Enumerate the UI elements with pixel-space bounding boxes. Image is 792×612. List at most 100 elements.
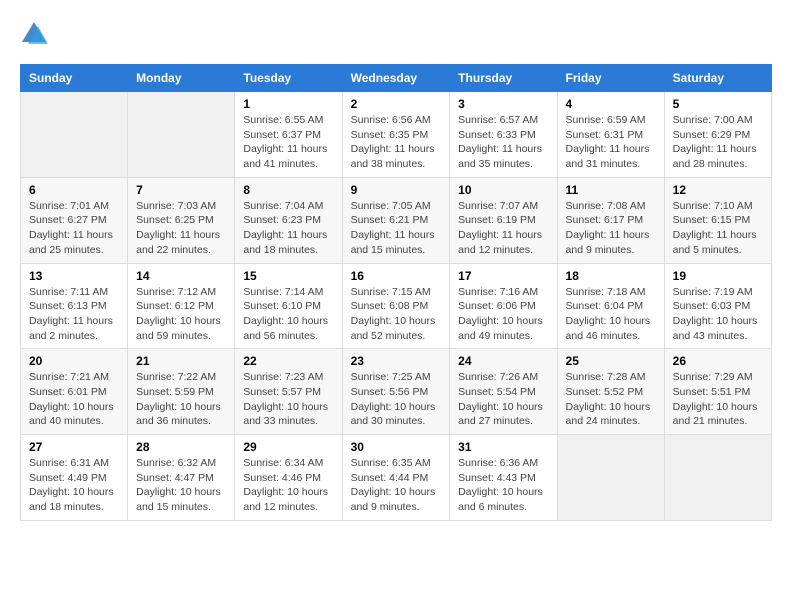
- weekday-header: Sunday: [21, 65, 128, 92]
- day-number: 26: [673, 354, 763, 368]
- day-info: Sunrise: 6:32 AM Sunset: 4:47 PM Dayligh…: [136, 456, 226, 515]
- calendar-cell: 6 Sunrise: 7:01 AM Sunset: 6:27 PM Dayli…: [21, 177, 128, 263]
- day-info: Sunrise: 7:16 AM Sunset: 6:06 PM Dayligh…: [458, 285, 548, 344]
- day-info: Sunrise: 7:14 AM Sunset: 6:10 PM Dayligh…: [243, 285, 333, 344]
- day-info: Sunrise: 7:22 AM Sunset: 5:59 PM Dayligh…: [136, 370, 226, 429]
- day-number: 16: [351, 269, 442, 283]
- day-number: 28: [136, 440, 226, 454]
- calendar-cell: 9 Sunrise: 7:05 AM Sunset: 6:21 PM Dayli…: [342, 177, 450, 263]
- calendar-cell: 20 Sunrise: 7:21 AM Sunset: 6:01 PM Dayl…: [21, 349, 128, 435]
- calendar-cell: 16 Sunrise: 7:15 AM Sunset: 6:08 PM Dayl…: [342, 263, 450, 349]
- day-info: Sunrise: 7:07 AM Sunset: 6:19 PM Dayligh…: [458, 199, 548, 258]
- day-number: 18: [566, 269, 656, 283]
- day-number: 31: [458, 440, 548, 454]
- calendar-cell: 27 Sunrise: 6:31 AM Sunset: 4:49 PM Dayl…: [21, 435, 128, 521]
- day-info: Sunrise: 6:31 AM Sunset: 4:49 PM Dayligh…: [29, 456, 119, 515]
- day-number: 27: [29, 440, 119, 454]
- day-number: 25: [566, 354, 656, 368]
- calendar-cell: 10 Sunrise: 7:07 AM Sunset: 6:19 PM Dayl…: [450, 177, 557, 263]
- calendar-cell: [664, 435, 771, 521]
- day-info: Sunrise: 7:21 AM Sunset: 6:01 PM Dayligh…: [29, 370, 119, 429]
- day-info: Sunrise: 7:28 AM Sunset: 5:52 PM Dayligh…: [566, 370, 656, 429]
- calendar-cell: 26 Sunrise: 7:29 AM Sunset: 5:51 PM Dayl…: [664, 349, 771, 435]
- day-info: Sunrise: 7:18 AM Sunset: 6:04 PM Dayligh…: [566, 285, 656, 344]
- day-info: Sunrise: 6:56 AM Sunset: 6:35 PM Dayligh…: [351, 113, 442, 172]
- day-number: 3: [458, 97, 548, 111]
- calendar-cell: 23 Sunrise: 7:25 AM Sunset: 5:56 PM Dayl…: [342, 349, 450, 435]
- calendar-cell: 18 Sunrise: 7:18 AM Sunset: 6:04 PM Dayl…: [557, 263, 664, 349]
- day-number: 5: [673, 97, 763, 111]
- day-number: 29: [243, 440, 333, 454]
- calendar-cell: 15 Sunrise: 7:14 AM Sunset: 6:10 PM Dayl…: [235, 263, 342, 349]
- weekday-header: Tuesday: [235, 65, 342, 92]
- calendar-cell: 17 Sunrise: 7:16 AM Sunset: 6:06 PM Dayl…: [450, 263, 557, 349]
- day-number: 6: [29, 183, 119, 197]
- day-info: Sunrise: 6:55 AM Sunset: 6:37 PM Dayligh…: [243, 113, 333, 172]
- calendar-week-row: 1 Sunrise: 6:55 AM Sunset: 6:37 PM Dayli…: [21, 92, 772, 178]
- day-info: Sunrise: 6:57 AM Sunset: 6:33 PM Dayligh…: [458, 113, 548, 172]
- calendar-cell: 12 Sunrise: 7:10 AM Sunset: 6:15 PM Dayl…: [664, 177, 771, 263]
- calendar-cell: 5 Sunrise: 7:00 AM Sunset: 6:29 PM Dayli…: [664, 92, 771, 178]
- calendar-body: 1 Sunrise: 6:55 AM Sunset: 6:37 PM Dayli…: [21, 92, 772, 521]
- calendar-cell: [128, 92, 235, 178]
- day-info: Sunrise: 7:19 AM Sunset: 6:03 PM Dayligh…: [673, 285, 763, 344]
- calendar-cell: 7 Sunrise: 7:03 AM Sunset: 6:25 PM Dayli…: [128, 177, 235, 263]
- weekday-header: Friday: [557, 65, 664, 92]
- calendar-cell: 13 Sunrise: 7:11 AM Sunset: 6:13 PM Dayl…: [21, 263, 128, 349]
- calendar-cell: 21 Sunrise: 7:22 AM Sunset: 5:59 PM Dayl…: [128, 349, 235, 435]
- header-row: SundayMondayTuesdayWednesdayThursdayFrid…: [21, 65, 772, 92]
- calendar-cell: 25 Sunrise: 7:28 AM Sunset: 5:52 PM Dayl…: [557, 349, 664, 435]
- day-number: 4: [566, 97, 656, 111]
- day-info: Sunrise: 7:01 AM Sunset: 6:27 PM Dayligh…: [29, 199, 119, 258]
- calendar-week-row: 20 Sunrise: 7:21 AM Sunset: 6:01 PM Dayl…: [21, 349, 772, 435]
- calendar-cell: 4 Sunrise: 6:59 AM Sunset: 6:31 PM Dayli…: [557, 92, 664, 178]
- day-number: 7: [136, 183, 226, 197]
- day-number: 13: [29, 269, 119, 283]
- day-number: 12: [673, 183, 763, 197]
- page-header: [20, 20, 772, 48]
- day-number: 15: [243, 269, 333, 283]
- day-number: 20: [29, 354, 119, 368]
- day-number: 17: [458, 269, 548, 283]
- calendar-cell: 22 Sunrise: 7:23 AM Sunset: 5:57 PM Dayl…: [235, 349, 342, 435]
- day-number: 9: [351, 183, 442, 197]
- calendar-cell: 30 Sunrise: 6:35 AM Sunset: 4:44 PM Dayl…: [342, 435, 450, 521]
- calendar-cell: 28 Sunrise: 6:32 AM Sunset: 4:47 PM Dayl…: [128, 435, 235, 521]
- day-info: Sunrise: 7:08 AM Sunset: 6:17 PM Dayligh…: [566, 199, 656, 258]
- logo-icon: [20, 20, 48, 48]
- calendar-week-row: 6 Sunrise: 7:01 AM Sunset: 6:27 PM Dayli…: [21, 177, 772, 263]
- calendar-cell: [557, 435, 664, 521]
- day-info: Sunrise: 7:04 AM Sunset: 6:23 PM Dayligh…: [243, 199, 333, 258]
- calendar-header: SundayMondayTuesdayWednesdayThursdayFrid…: [21, 65, 772, 92]
- weekday-header: Monday: [128, 65, 235, 92]
- day-info: Sunrise: 6:35 AM Sunset: 4:44 PM Dayligh…: [351, 456, 442, 515]
- day-number: 19: [673, 269, 763, 283]
- logo: [20, 20, 52, 48]
- day-number: 21: [136, 354, 226, 368]
- calendar-cell: 31 Sunrise: 6:36 AM Sunset: 4:43 PM Dayl…: [450, 435, 557, 521]
- day-info: Sunrise: 7:29 AM Sunset: 5:51 PM Dayligh…: [673, 370, 763, 429]
- weekday-header: Thursday: [450, 65, 557, 92]
- calendar-cell: 2 Sunrise: 6:56 AM Sunset: 6:35 PM Dayli…: [342, 92, 450, 178]
- day-number: 8: [243, 183, 333, 197]
- day-info: Sunrise: 6:59 AM Sunset: 6:31 PM Dayligh…: [566, 113, 656, 172]
- day-info: Sunrise: 7:12 AM Sunset: 6:12 PM Dayligh…: [136, 285, 226, 344]
- day-info: Sunrise: 7:05 AM Sunset: 6:21 PM Dayligh…: [351, 199, 442, 258]
- calendar-week-row: 13 Sunrise: 7:11 AM Sunset: 6:13 PM Dayl…: [21, 263, 772, 349]
- day-number: 14: [136, 269, 226, 283]
- day-info: Sunrise: 7:15 AM Sunset: 6:08 PM Dayligh…: [351, 285, 442, 344]
- day-number: 11: [566, 183, 656, 197]
- day-info: Sunrise: 7:23 AM Sunset: 5:57 PM Dayligh…: [243, 370, 333, 429]
- day-number: 30: [351, 440, 442, 454]
- day-number: 23: [351, 354, 442, 368]
- day-info: Sunrise: 6:36 AM Sunset: 4:43 PM Dayligh…: [458, 456, 548, 515]
- calendar-cell: 14 Sunrise: 7:12 AM Sunset: 6:12 PM Dayl…: [128, 263, 235, 349]
- day-info: Sunrise: 7:11 AM Sunset: 6:13 PM Dayligh…: [29, 285, 119, 344]
- day-number: 24: [458, 354, 548, 368]
- calendar-cell: 19 Sunrise: 7:19 AM Sunset: 6:03 PM Dayl…: [664, 263, 771, 349]
- day-info: Sunrise: 7:10 AM Sunset: 6:15 PM Dayligh…: [673, 199, 763, 258]
- calendar-cell: 24 Sunrise: 7:26 AM Sunset: 5:54 PM Dayl…: [450, 349, 557, 435]
- calendar-cell: [21, 92, 128, 178]
- day-number: 10: [458, 183, 548, 197]
- day-info: Sunrise: 7:03 AM Sunset: 6:25 PM Dayligh…: [136, 199, 226, 258]
